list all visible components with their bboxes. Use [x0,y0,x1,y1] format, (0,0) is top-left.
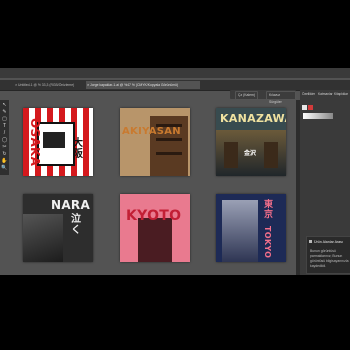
context-task-bar: Çz (Kalem) Kılavuz Sürgüler [230,90,296,104]
notification-body: Bunun görüntüsü parmaklarınız; Bunun gör… [310,249,349,268]
artboard-title: KYOTO [126,208,182,224]
tab-label: Jorge kapaklar-1.ai @ %47 % (CMYK/Kopyal… [90,83,179,87]
artboard-nara[interactable]: NARA 泣く [23,194,93,262]
tools-panel: ↖ ✎ ▢ T / ◯ ✂ ↻ ✋ 🔍 [0,100,9,175]
menu-bar [0,68,350,78]
artboard-title: AKIYASAN [122,126,181,137]
tab-libraries[interactable]: Kitaplıklar [334,91,348,98]
artboard-title: NARA [51,198,91,212]
pen-tool-icon[interactable]: ✎ [1,109,8,115]
pagoda-photo [138,218,172,262]
selection-tool-icon[interactable]: ↖ [1,102,8,108]
guide-button[interactable]: Kılavuz Sürgüler [266,91,296,104]
tab-untitled[interactable]: × Untitled-1 @ % 33,3 (RGB/Önizleme) [14,81,88,89]
artboard-osaka[interactable]: OSAKA 大阪 [23,108,93,176]
artboard-akiyasan[interactable]: AKIYASAN [120,108,190,176]
tab-layers[interactable]: Katmanlar [318,91,333,98]
castle-illustration [43,132,65,148]
rectangle-tool-icon[interactable]: ▢ [1,116,8,122]
artboard-kanji: 東京 [264,200,274,220]
rotate-tool-icon[interactable]: ↻ [1,151,8,157]
hand-tool-icon[interactable]: ✋ [1,158,8,164]
artboard-title: OSAKA [28,118,42,167]
house-left [224,142,238,168]
artboard-title: KANAZAWA [220,112,286,125]
close-icon[interactable]: × [87,81,89,89]
artboard-kanji: 大阪 [73,138,83,160]
artboard-kanji: 泣く [71,214,81,236]
tab-covers[interactable]: × Jorge kapaklar-1.ai @ %47 % (CMYK/Kopy… [86,81,200,89]
gradient-slider[interactable] [303,113,333,119]
fill-swatch[interactable] [302,105,307,110]
house-right [264,142,278,168]
info-icon [309,240,312,243]
artboard-kanji: 金沢 [244,150,257,157]
close-icon[interactable]: × [15,81,17,89]
tab-properties[interactable]: Özellikler [302,91,315,98]
document-tab-bar: × Untitled-1 @ % 33,3 (RGB/Önizleme) × J… [0,80,350,91]
type-tool-icon[interactable]: T [1,123,8,129]
line-tool-icon[interactable]: / [1,130,8,136]
roof-tier [156,152,182,155]
tab-label: Untitled-1 @ % 33,3 (RGB/Önizleme) [18,83,75,87]
stroke-swatch[interactable] [308,105,313,110]
roof-tier [156,138,182,141]
notification-toast: Ürün Alanlar Arası Bunun görüntüsü parma… [306,236,350,274]
artboard-kyoto[interactable]: KYOTO [120,194,190,262]
artboard-title: TOKYO [263,226,272,259]
scissors-tool-icon[interactable]: ✂ [1,144,8,150]
zoom-tool-icon[interactable]: 🔍 [1,165,8,171]
ellipse-tool-icon[interactable]: ◯ [1,137,8,143]
deer-photo [23,214,63,262]
artboard-kanazawa[interactable]: KANAZAWA 金沢 [216,108,286,176]
notification-title: Ürün Alanlar Arası [314,240,343,244]
artboard-tokyo[interactable]: 東京 TOKYO [216,194,286,262]
artboard-button[interactable]: Çz (Kalem) [235,91,258,100]
city-photo [222,200,258,262]
